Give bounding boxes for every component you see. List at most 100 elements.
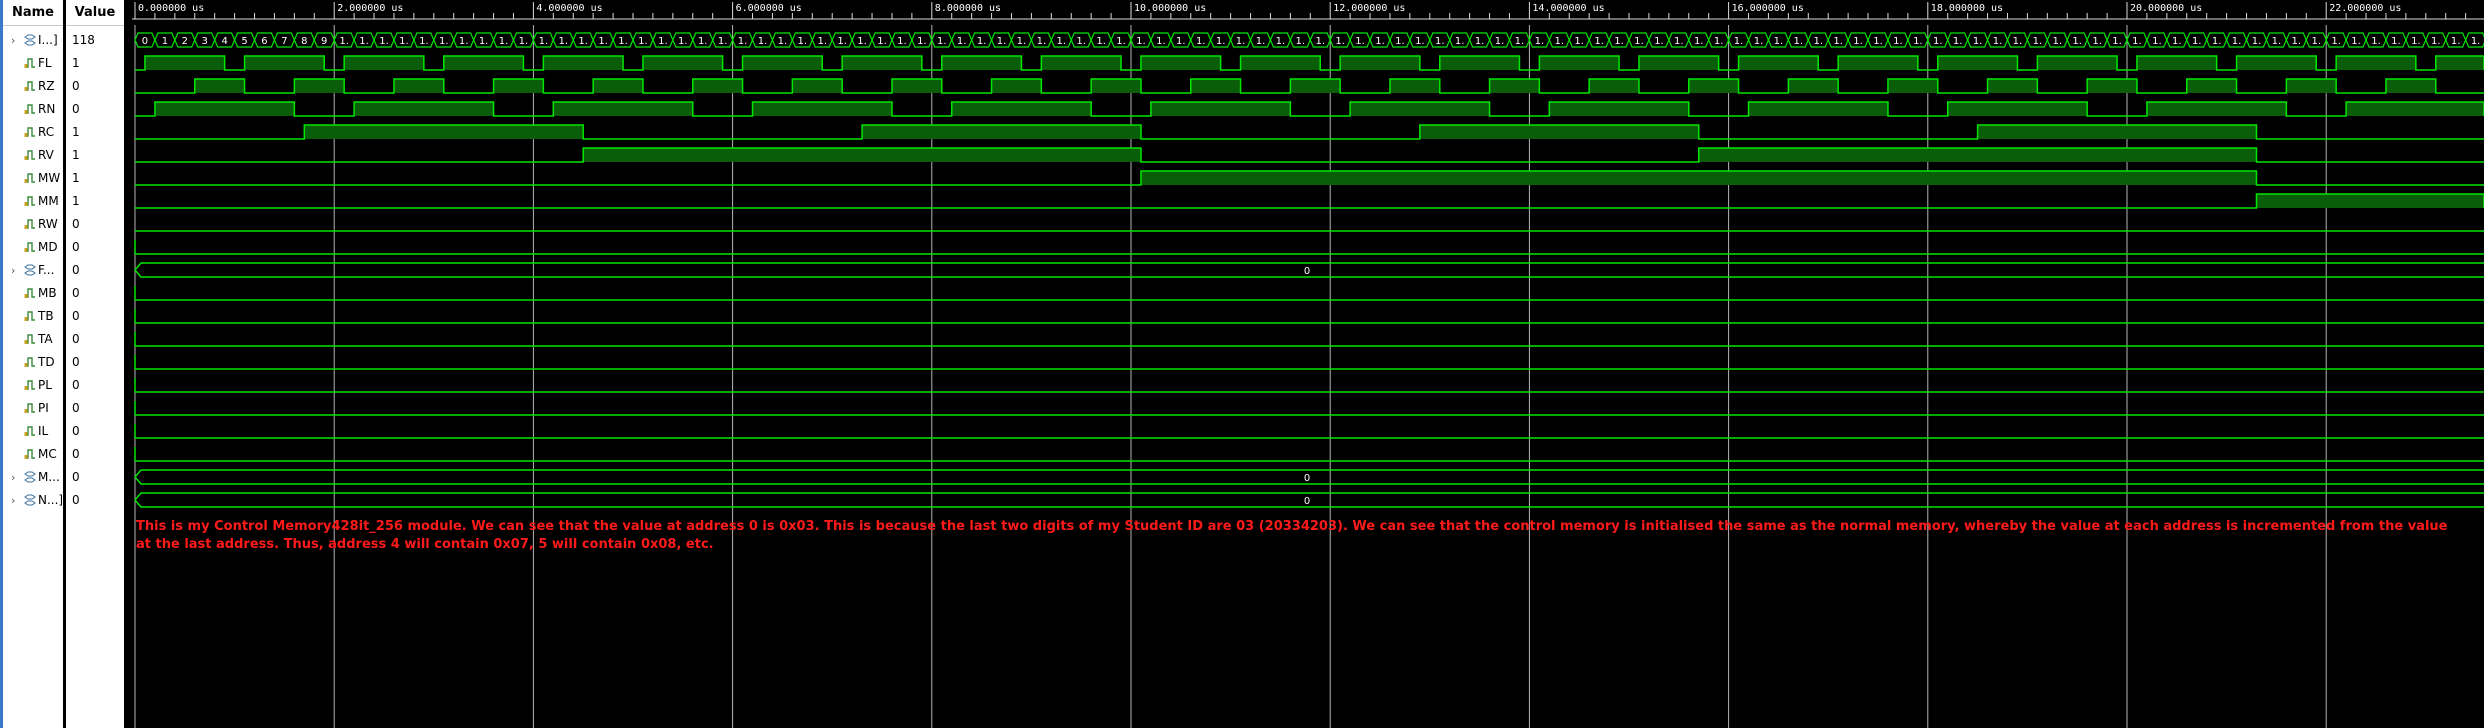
- waveform-canvas[interactable]: 0.000000 us 2.000000 us 4.000000 us 6.00000…: [132, 0, 2484, 728]
- time-tick-label: 4.000000 us: [536, 3, 602, 14]
- waveform-16: [134, 378, 2484, 393]
- signal-value: 1: [72, 147, 80, 162]
- expand-chevron-icon[interactable]: ›: [11, 466, 15, 489]
- signal-name: RW: [38, 216, 58, 231]
- bus-value-label: 1.: [1037, 36, 1047, 47]
- bus-value-label: 1.: [1515, 36, 1525, 47]
- signal-name: I...]: [38, 32, 58, 47]
- signal-row-13[interactable]: TB: [3, 305, 63, 328]
- signal-row-8[interactable]: MM: [3, 190, 63, 213]
- expand-chevron-icon[interactable]: ›: [11, 489, 15, 512]
- bus-value-label: 1.: [738, 36, 748, 47]
- signal-row-1[interactable]: › I...]: [3, 29, 63, 52]
- bus-value-label: 1.: [917, 36, 927, 47]
- signal-row-3[interactable]: RZ: [3, 75, 63, 98]
- signal-row-10[interactable]: MD: [3, 236, 63, 259]
- bit-signal-icon: [24, 241, 35, 252]
- signal-row-11[interactable]: › F...: [3, 259, 63, 282]
- bus-value-label: 1.: [1236, 36, 1246, 47]
- signal-row-6[interactable]: RV: [3, 144, 63, 167]
- waveform-6: [135, 147, 2484, 163]
- right-edge-strip: [2484, 0, 2488, 728]
- bus-value-label: 1.: [1176, 36, 1186, 47]
- bus-value-label: 1.: [1455, 36, 1465, 47]
- bus-value-label: 1.: [1216, 36, 1226, 47]
- value-column: Value 118 1 0 0 1 1 1 1 0 0 0 0 0 0 0 0 0 0 0 0 0: [66, 0, 124, 728]
- signal-row-7[interactable]: MW: [3, 167, 63, 190]
- signal-row-12[interactable]: MB: [3, 282, 63, 305]
- value-column-header[interactable]: Value: [66, 0, 124, 26]
- signal-name: RN: [38, 101, 56, 116]
- bus-value-label: 1.: [578, 36, 588, 47]
- bus-value-label: 1.: [1833, 36, 1843, 47]
- bus-value-label: 1.: [1674, 36, 1684, 47]
- name-column-header[interactable]: Name: [3, 0, 63, 26]
- signal-name: RC: [38, 124, 55, 139]
- bus-value-label: 0: [1304, 473, 1310, 484]
- bus-value-label: 1.: [2451, 36, 2461, 47]
- signal-value: 0: [72, 446, 80, 461]
- bit-signal-icon: [24, 172, 35, 183]
- bus-value-label: 1.: [837, 36, 847, 47]
- bus-value-label: 1.: [638, 36, 648, 47]
- time-tick-label: 18.000000 us: [1931, 3, 2003, 14]
- waveform-2: [135, 55, 2484, 71]
- bus-value-label: 1.: [1754, 36, 1764, 47]
- signal-name: TD: [38, 354, 55, 369]
- signal-row-5[interactable]: RC: [3, 121, 63, 144]
- signal-row-4[interactable]: RN: [3, 98, 63, 121]
- bus-value-label: 7: [281, 36, 287, 47]
- bus-value-label: 1.: [379, 36, 389, 47]
- bit-signal-icon: [24, 126, 35, 137]
- time-tick-label: 16.000000 us: [1732, 3, 1804, 14]
- signal-name: MB: [38, 285, 57, 300]
- expand-chevron-icon[interactable]: ›: [11, 29, 15, 52]
- bus-value-label: 1.: [2411, 36, 2421, 47]
- expand-chevron-icon[interactable]: ›: [11, 259, 15, 282]
- waveform-area[interactable]: 0.000000 us 2.000000 us 4.000000 us 6.00000…: [132, 0, 2484, 728]
- signal-row-17[interactable]: PI: [3, 397, 63, 420]
- signal-row-21[interactable]: › N...]: [3, 489, 63, 512]
- column-divider[interactable]: [124, 0, 132, 728]
- waveform-3: [135, 78, 2484, 94]
- bit-signal-icon: [24, 287, 35, 298]
- signal-row-9[interactable]: RW: [3, 213, 63, 236]
- signal-name: PL: [38, 377, 52, 392]
- bus-value-label: 1.: [479, 36, 489, 47]
- bus-signal-icon: [24, 264, 36, 275]
- signal-name: FL: [38, 55, 52, 70]
- time-tick-label: 20.000000 us: [2130, 3, 2202, 14]
- bus-value-label: 1.: [2212, 36, 2222, 47]
- signal-row-19[interactable]: MC: [3, 443, 63, 466]
- time-tick-label: 8.000000 us: [935, 3, 1001, 14]
- signal-row-2[interactable]: FL: [3, 52, 63, 75]
- signal-row-16[interactable]: PL: [3, 374, 63, 397]
- bus-value-label: 1.: [1774, 36, 1784, 47]
- bus-value-label: 1.: [1614, 36, 1624, 47]
- bus-value-label: 1.: [2252, 36, 2262, 47]
- bus-value-label: 1.: [2072, 36, 2082, 47]
- bus-value-label: 1.: [817, 36, 827, 47]
- signal-row-15[interactable]: TD: [3, 351, 63, 374]
- signal-row-14[interactable]: TA: [3, 328, 63, 351]
- bus-value-label: 1.: [499, 36, 509, 47]
- signal-name: TA: [38, 331, 53, 346]
- signal-row-18[interactable]: IL: [3, 420, 63, 443]
- bus-value-label: 1.: [2371, 36, 2381, 47]
- waveform-21: 0: [134, 492, 2484, 508]
- bus-value-label: 1.: [1435, 36, 1445, 47]
- signal-value: 0: [72, 331, 80, 346]
- bus-value-label: 1.: [2331, 36, 2341, 47]
- signal-value: 0: [72, 101, 80, 116]
- bus-value-label: 1.: [1415, 36, 1425, 47]
- bus-value-label: 1.: [559, 36, 569, 47]
- waveform-18: [134, 424, 2484, 439]
- bus-value-label: 1.: [419, 36, 429, 47]
- bus-value-label: 1.: [1375, 36, 1385, 47]
- signal-row-20[interactable]: › M...: [3, 466, 63, 489]
- signal-value: 118: [72, 32, 95, 47]
- bus-value-label: 1.: [997, 36, 1007, 47]
- bus-value-label: 1.: [1873, 36, 1883, 47]
- bus-value-label: 1.: [2292, 36, 2302, 47]
- bus-value-label: 1.: [658, 36, 668, 47]
